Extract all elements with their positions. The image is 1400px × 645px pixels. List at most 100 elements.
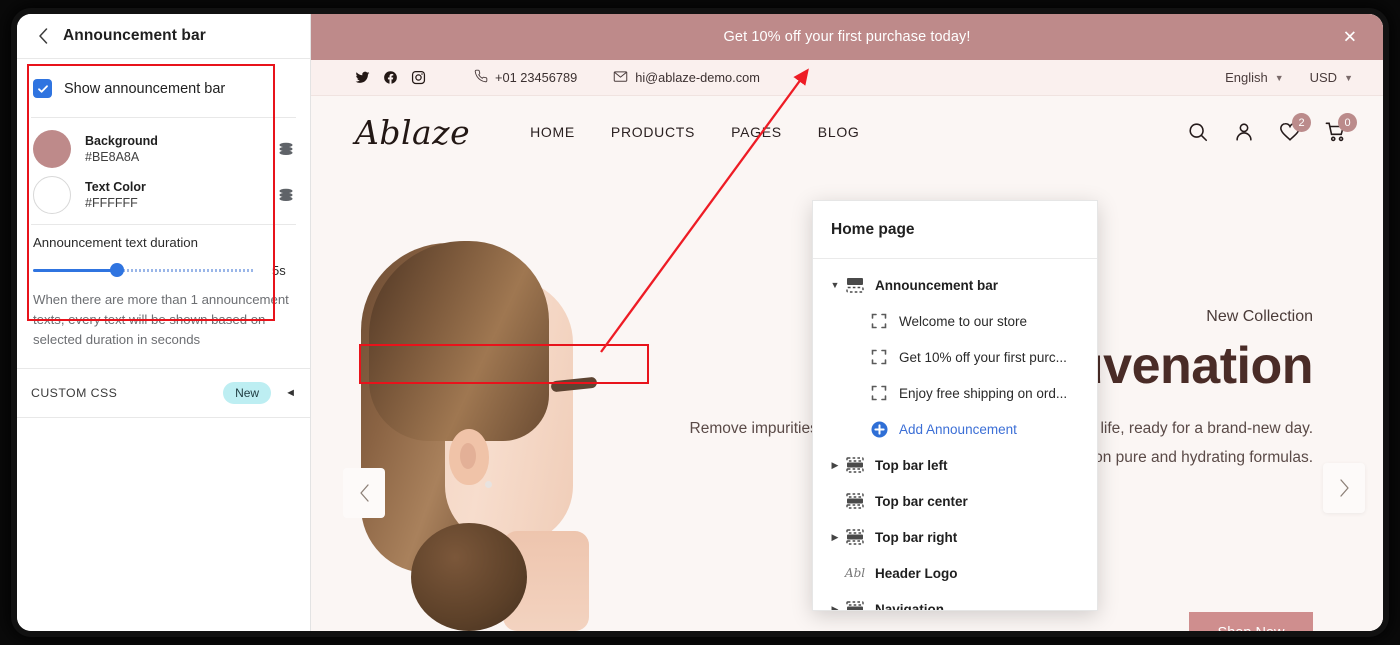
tree-item-free-shipping[interactable]: Enjoy free shipping on ord... [813, 375, 1097, 411]
caret-right-icon[interactable]: ▶ [827, 460, 843, 471]
tree-item-label: Header Logo [875, 565, 958, 581]
tree-item-top-bar-center[interactable]: Top bar center [813, 483, 1097, 519]
search-icon[interactable] [1187, 121, 1209, 143]
model-hair-front [369, 241, 549, 441]
twitter-icon[interactable] [355, 70, 370, 85]
tree-item-label: Top bar right [875, 529, 958, 545]
browser-frame: Announcement bar Show announcement bar B… [17, 14, 1383, 631]
language-selector[interactable]: English ▼ [1225, 70, 1284, 85]
color-info-text: Text Color #FFFFFF [85, 179, 276, 211]
tree-item-welcome[interactable]: Welcome to our store [813, 303, 1097, 339]
color-swatch-background[interactable] [33, 130, 71, 168]
carousel-next-button[interactable] [1323, 463, 1365, 513]
tree-item-label: Top bar center [875, 493, 968, 509]
tree-popup-title: Home page [831, 220, 915, 238]
duration-slider[interactable] [33, 262, 258, 278]
user-icon[interactable] [1233, 121, 1255, 143]
database-stack-icon[interactable] [276, 139, 296, 159]
facebook-icon[interactable] [383, 70, 398, 85]
tree-item-label: Get 10% off your first purc... [899, 349, 1067, 365]
nav-item-blog[interactable]: BLOG [818, 124, 860, 140]
duration-label: Announcement text duration [33, 235, 198, 250]
section-block-icon [843, 493, 867, 509]
close-icon[interactable]: ✕ [1343, 29, 1357, 46]
tree-item-label: Enjoy free shipping on ord... [899, 385, 1068, 401]
tree-item-get-10-off[interactable]: Get 10% off your first purc... [813, 339, 1097, 375]
show-announcement-toggle-row[interactable]: Show announcement bar [17, 59, 310, 117]
color-row-background[interactable]: Background #BE8A8A [17, 126, 310, 172]
nav-item-pages[interactable]: PAGES [731, 124, 782, 140]
new-badge: New [223, 382, 272, 404]
add-announcement-label: Add Announcement [899, 421, 1017, 437]
plus-circle-icon [867, 421, 891, 438]
cart-count: 0 [1338, 113, 1357, 132]
hero-model-image [353, 201, 603, 631]
show-announcement-label: Show announcement bar [64, 80, 226, 97]
model-hair-bun [411, 523, 527, 631]
store-preview: Get 10% off your first purchase today! ✕ [311, 14, 1383, 631]
color-label-text: Text Color [85, 180, 146, 194]
heart-icon[interactable]: 2 [1279, 113, 1311, 143]
phone-icon [474, 69, 488, 86]
database-stack-icon[interactable] [276, 185, 296, 205]
duration-slider-row[interactable]: 5s [33, 262, 294, 278]
topbar-phone-text: +01 23456789 [495, 70, 578, 85]
model-earring [485, 481, 492, 488]
store-header: Ablaze HOME PRODUCTS PAGES BLOG 2 0 [311, 96, 1383, 168]
topbar-phone[interactable]: +01 23456789 [474, 69, 577, 86]
caret-left-icon[interactable]: ◄ [285, 387, 296, 399]
instagram-icon[interactable] [411, 70, 426, 85]
tree-item-header-logo[interactable]: Abl Header Logo [813, 555, 1097, 591]
caret-right-icon[interactable]: ▶ [827, 604, 843, 611]
color-swatch-text[interactable] [33, 176, 71, 214]
color-row-text[interactable]: Text Color #FFFFFF [17, 172, 310, 218]
custom-css-section[interactable]: CUSTOM CSS New ◄ [17, 368, 310, 418]
tree-item-announcement-bar[interactable]: ▼ Announcement bar [813, 267, 1097, 303]
topbar-email-text: hi@ablaze-demo.com [635, 70, 760, 85]
wishlist-count: 2 [1292, 113, 1311, 132]
duration-section: Announcement text duration 5s When there… [17, 225, 310, 354]
settings-panel: Announcement bar Show announcement bar B… [17, 14, 311, 631]
slider-remaining-track [118, 269, 254, 272]
tree-item-top-bar-left[interactable]: ▶ Top bar left [813, 447, 1097, 483]
topbar-email[interactable]: hi@ablaze-demo.com [613, 69, 760, 87]
currency-selector[interactable]: USD ▼ [1310, 70, 1353, 85]
add-announcement-button[interactable]: Add Announcement [813, 411, 1097, 447]
slider-filled-track [33, 269, 119, 272]
show-announcement-checkbox[interactable] [33, 79, 52, 98]
chevron-left-icon[interactable] [31, 24, 55, 48]
color-hex-background: #BE8A8A [85, 150, 140, 164]
section-block-icon [843, 529, 867, 545]
color-info-background: Background #BE8A8A [85, 133, 276, 165]
header-actions: 2 0 [1187, 113, 1357, 143]
page-title: Announcement bar [63, 27, 206, 44]
carousel-prev-button[interactable] [343, 468, 385, 518]
duration-value: 5s [272, 262, 286, 278]
tree-item-navigation[interactable]: ▶ Navigation [813, 591, 1097, 611]
block-frame-icon [867, 349, 891, 365]
color-hex-text: #FFFFFF [85, 196, 138, 210]
nav-item-products[interactable]: PRODUCTS [611, 124, 695, 140]
top-bar: +01 23456789 hi@ablaze-demo.com English … [311, 60, 1383, 96]
shop-now-button[interactable]: Shop Now [1189, 612, 1313, 631]
cart-icon[interactable]: 0 [1325, 113, 1357, 143]
section-block-icon [843, 457, 867, 473]
envelope-icon [613, 69, 628, 87]
nav-item-home[interactable]: HOME [530, 124, 575, 140]
announcement-text: Get 10% off your first purchase today! [723, 29, 971, 45]
currency-value: USD [1309, 70, 1338, 85]
store-logo[interactable]: Ablaze [355, 113, 470, 152]
custom-css-label: CUSTOM CSS [31, 386, 118, 400]
slider-thumb[interactable] [109, 263, 124, 277]
main-navigation: HOME PRODUCTS PAGES BLOG [530, 124, 859, 140]
caret-down-icon[interactable]: ▼ [827, 280, 843, 290]
tree-item-label: Top bar left [875, 457, 948, 473]
panel-header: Announcement bar [17, 14, 310, 59]
tree-item-label: Welcome to our store [899, 313, 1028, 329]
tree-item-top-bar-right[interactable]: ▶ Top bar right [813, 519, 1097, 555]
chevron-down-icon: ▼ [1274, 72, 1284, 83]
announcement-bar[interactable]: Get 10% off your first purchase today! ✕ [311, 14, 1383, 60]
caret-right-icon[interactable]: ▶ [827, 532, 843, 543]
tree-list: ▼ Announcement bar Welcome to our store [813, 259, 1097, 611]
tree-item-label: Announcement bar [875, 277, 999, 293]
